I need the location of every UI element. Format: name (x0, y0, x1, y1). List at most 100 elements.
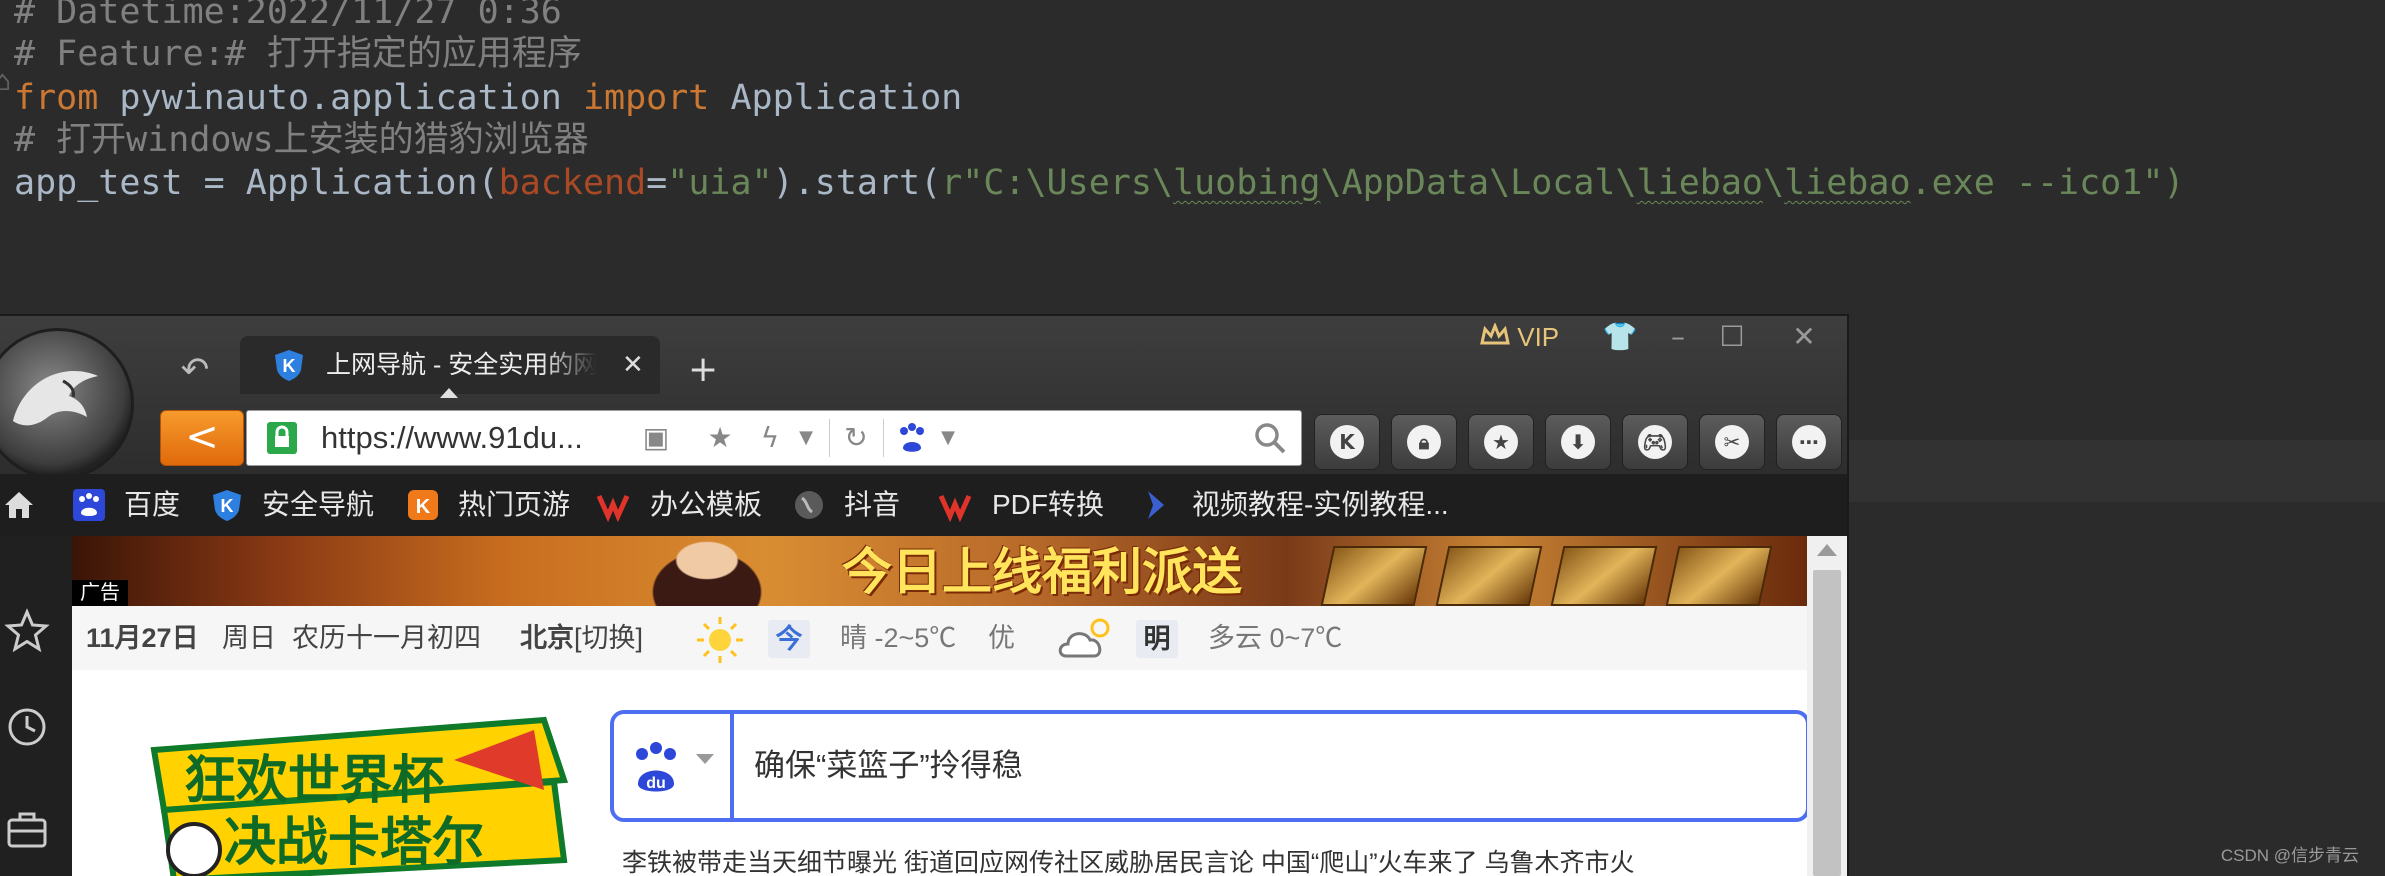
path-string: luobing (1172, 163, 1321, 203)
date-weather-bar: 11月27日 周日 农历十一月初四 北京 [切换] 今 晴 -2~5℃ 优 明 … (72, 606, 1807, 671)
download-toolbar-button[interactable]: ⬇ (1545, 414, 1611, 470)
nav-back-button[interactable]: < (160, 410, 244, 466)
scrollbar-thumb[interactable] (1813, 570, 1841, 876)
scroll-up-arrow-icon[interactable] (1817, 544, 1837, 556)
banner-item-image (1320, 546, 1428, 606)
tab-title: 上网导航 - 安全实用的网址导航 (326, 351, 596, 379)
tomorrow-weather-text: 多云 0~7℃ (1208, 623, 1343, 653)
city-text: 北京 (520, 623, 574, 653)
more-icon: ⋯ (1792, 425, 1826, 459)
banner-character-image (632, 536, 782, 606)
bookmark-office-templates[interactable]: 办公模板 (650, 486, 762, 524)
homepage-main: 狂欢世界杯 决战卡塔尔 du 确保“菜篮子”拎得稳 李铁被带走当天细节曝光 街道… (72, 670, 1807, 876)
bookmark-video-tutorial[interactable]: 视频教程-实例教程... (1192, 486, 1449, 524)
baidu-search-box[interactable]: du 确保“菜篮子”拎得稳 (610, 710, 1807, 822)
k-shield-icon: K (275, 350, 303, 381)
baidu-du-icon: du (636, 742, 676, 792)
home-icon[interactable] (2, 488, 36, 522)
lock-toolbar-button[interactable]: 🔒︎ (1391, 414, 1457, 470)
secure-lock-icon (267, 422, 297, 454)
keyword-import: import (582, 78, 710, 118)
more-toolbar-button[interactable]: ⋯ (1776, 414, 1842, 470)
world-cup-doodle-logo[interactable]: 狂欢世界杯 决战卡塔尔 (124, 710, 584, 876)
games-toolbar-button[interactable]: 🎮︎ (1622, 414, 1688, 470)
logo-text-line2: 决战卡塔尔 (224, 813, 484, 873)
search-engine-selector[interactable]: du (614, 714, 734, 818)
switch-city-link[interactable]: [切换] (574, 618, 643, 658)
lightning-icon[interactable]: ϟ (753, 420, 787, 456)
tab-close-icon[interactable]: ✕ (622, 348, 644, 382)
star-icon: ★ (1484, 425, 1518, 459)
code-line-datetime[interactable]: # Datetime:2022/11/27 0:36 (14, 0, 562, 34)
code-token: = (646, 163, 668, 203)
svg-text:K: K (416, 496, 431, 518)
image-icon[interactable]: ▣ (639, 420, 673, 456)
video-bookmark-icon (1148, 491, 1164, 519)
k-toolbar-button[interactable]: K (1314, 414, 1380, 470)
minimize-button[interactable]: – (1658, 320, 1698, 354)
bookmark-baidu[interactable]: 百度 (124, 486, 180, 524)
bookmark-hot-games[interactable]: 热门页游 (458, 486, 570, 524)
fold-marker-icon[interactable]: ⌂ (0, 64, 11, 97)
code-line-comment[interactable]: # 打开windows上安装的猎豹浏览器 (14, 118, 589, 162)
logo-text-line1: 狂欢世界杯 (184, 751, 444, 811)
wps-icon (596, 494, 630, 522)
ad-label: 广告 (72, 580, 128, 606)
separator (829, 419, 830, 457)
dropdown-arrow-icon[interactable]: ▼ (789, 420, 823, 456)
lunar-date-text: 农历十一月初四 (292, 623, 481, 653)
banner-item-image (1435, 546, 1543, 606)
address-bar[interactable]: https://www.91du... ▣ ★ ϟ ▼ ↻ ▼ (246, 410, 1302, 466)
k-orange-icon: K (408, 490, 438, 520)
date-text: 11月27日 (86, 623, 199, 653)
new-tab-button[interactable]: + (688, 350, 718, 390)
toolbox-icon[interactable] (4, 806, 50, 852)
browser-sidebar (0, 536, 72, 876)
svg-text:K: K (283, 356, 296, 376)
favorites-star-icon[interactable] (4, 608, 50, 654)
favorite-star-icon[interactable]: ★ (703, 420, 737, 456)
csdn-watermark: CSDN @信步青云 (2220, 846, 2359, 865)
screenshot-toolbar-button[interactable]: ✂ (1699, 414, 1765, 470)
baidu-icon (73, 489, 105, 521)
path-string: .exe --ico1") (1910, 163, 2185, 203)
history-clock-icon[interactable] (4, 704, 50, 750)
path-string: r"C:\Users\ (941, 163, 1173, 203)
today-weather-text: 晴 -2~5℃ (840, 623, 957, 653)
bookmark-safe-nav[interactable]: 安全导航 (262, 486, 374, 524)
baidu-paw-icon[interactable] (895, 420, 929, 456)
maximize-button[interactable]: ☐ (1712, 320, 1752, 354)
favorites-toolbar-button[interactable]: ★ (1468, 414, 1534, 470)
bookmark-douyin[interactable]: 抖音 (844, 486, 900, 524)
search-icon[interactable] (1253, 420, 1287, 456)
separator (883, 419, 884, 457)
page-scrollbar[interactable] (1807, 536, 1847, 876)
search-engine-dropdown-icon[interactable]: ▼ (931, 420, 965, 456)
code-line-app-start[interactable]: app_test = Application(backend="uia").st… (14, 161, 2184, 205)
banner-item-image (1550, 546, 1658, 606)
code-line-feature[interactable]: # Feature:# 打开指定的应用程序 (14, 32, 582, 76)
crown-icon (1480, 323, 1510, 345)
liebao-browser-window[interactable]: ↶ K 上网导航 - 安全实用的网址导航 ✕ + VIP 👕 – ☐ ✕ < (0, 316, 1847, 876)
param-backend: backend (498, 163, 647, 203)
weekday-text: 周日 (222, 623, 276, 653)
undo-close-tab-button[interactable]: ↶ (172, 350, 218, 390)
skin-button[interactable]: 👕 (1600, 320, 1640, 354)
ad-banner[interactable]: 今日上线福利派送 广告 (72, 536, 1807, 606)
vip-button[interactable]: VIP (1480, 320, 1559, 354)
svg-text:du: du (646, 775, 666, 792)
svg-text:K: K (221, 496, 234, 516)
browser-titlebar[interactable]: ↶ K 上网导航 - 安全实用的网址导航 ✕ + VIP 👕 – ☐ ✕ < (0, 316, 1847, 480)
tab-active[interactable]: K 上网导航 - 安全实用的网址导航 ✕ (240, 336, 660, 398)
vip-label: VIP (1517, 322, 1560, 352)
scissors-icon: ✂ (1715, 425, 1749, 459)
close-window-button[interactable]: ✕ (1784, 320, 1824, 354)
path-string: liebao (1784, 163, 1911, 203)
code-line-import[interactable]: from pywinauto.application import Applic… (14, 76, 962, 120)
page-content[interactable]: 今日上线福利派送 广告 11月27日 周日 农历十一月初四 北京 [切换] 今 … (72, 536, 1807, 876)
search-input[interactable]: 确保“菜篮子”拎得稳 (754, 744, 1023, 788)
refresh-icon[interactable]: ↻ (839, 420, 873, 456)
bookmark-pdf-convert[interactable]: PDF转换 (992, 486, 1104, 524)
path-string: liebao (1636, 163, 1764, 203)
news-headlines[interactable]: 李铁被带走当天细节曝光 街道回应网传社区威胁居民言论 中国“爬山”火车来了 乌鲁… (622, 846, 1635, 876)
